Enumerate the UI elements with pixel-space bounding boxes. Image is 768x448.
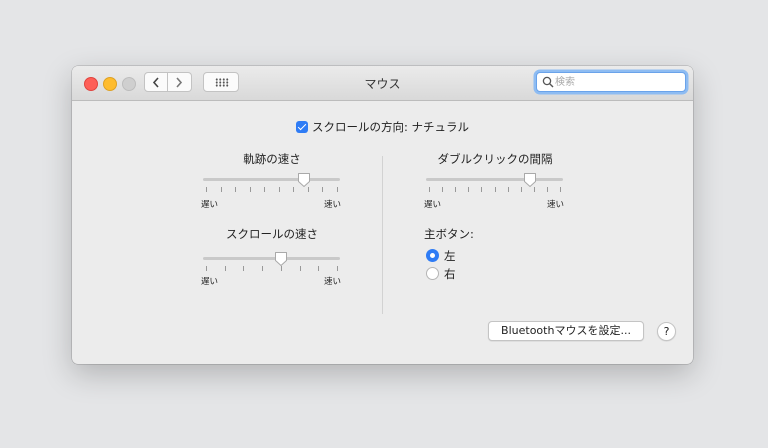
slider-thumb[interactable]	[297, 172, 311, 188]
scroll-direction-checkbox[interactable]	[295, 121, 308, 133]
slider-tick	[299, 266, 301, 271]
slider-tick	[442, 187, 444, 192]
slider-tick	[249, 187, 251, 192]
double-click-max-label: 速い	[547, 200, 565, 210]
tracking-speed-title: 軌跡の速さ	[243, 152, 301, 166]
search-icon	[542, 76, 554, 88]
slider-tick	[243, 266, 245, 271]
slider-tick	[278, 187, 280, 192]
slider-tick	[507, 187, 509, 192]
scroll-direction-option[interactable]: スクロールの方向: ナチュラル	[72, 119, 693, 135]
slider-tick	[520, 187, 522, 192]
slider-tick	[262, 266, 264, 271]
double-click-min-label: 遅い	[424, 200, 442, 210]
slider-tick	[468, 187, 470, 192]
setup-bluetooth-mouse-button[interactable]: Bluetoothマウスを設定...	[488, 321, 644, 341]
primary-left-label: 左	[444, 249, 456, 263]
slider-tick	[560, 187, 561, 192]
scroll-direction-label: スクロールの方向: ナチュラル	[311, 120, 470, 134]
slider-track[interactable]	[426, 178, 563, 181]
column-divider	[382, 156, 383, 314]
slider-tick	[206, 266, 207, 271]
slider-thumb[interactable]	[274, 251, 288, 267]
tracking-speed-max-label: 速い	[324, 200, 342, 210]
slider-track[interactable]	[203, 178, 340, 181]
search-input[interactable]	[555, 74, 675, 90]
slider-tick	[494, 187, 496, 192]
tracking-speed-min-label: 遅い	[201, 200, 219, 210]
slider-thumb[interactable]	[523, 172, 537, 188]
slider-tick	[546, 187, 548, 192]
scroll-speed-min-label: 遅い	[201, 277, 219, 287]
slider-tick	[264, 187, 266, 192]
slider-tick	[220, 187, 222, 192]
scroll-speed-title: スクロールの速さ	[226, 227, 318, 241]
slider-tick	[206, 187, 207, 192]
primary-right-label: 右	[444, 267, 456, 281]
slider-tick	[455, 187, 457, 192]
double-click-title: ダブルクリックの間隔	[437, 152, 553, 166]
slider-tick	[337, 187, 338, 192]
slider-tick	[293, 187, 295, 192]
slider-tick	[235, 187, 237, 192]
title-bar: マウス	[72, 66, 693, 101]
search-field[interactable]	[536, 72, 686, 92]
slider-tick	[224, 266, 226, 271]
primary-left-radio[interactable]	[426, 249, 439, 262]
slider-tick	[481, 187, 483, 192]
mouse-preferences-window: マウス スクロールの方向: ナチュラル 軌跡の速さ 遅い 速い スクロールの速さ…	[72, 66, 693, 364]
primary-right-radio[interactable]	[426, 267, 439, 280]
primary-button-label: 主ボタン:	[424, 227, 474, 241]
help-button[interactable]: ?	[657, 322, 676, 341]
scroll-speed-max-label: 速い	[324, 277, 342, 287]
slider-tick	[322, 187, 324, 192]
slider-tick	[318, 266, 320, 271]
slider-tick	[429, 187, 430, 192]
slider-track[interactable]	[203, 257, 340, 260]
slider-tick	[337, 266, 338, 271]
